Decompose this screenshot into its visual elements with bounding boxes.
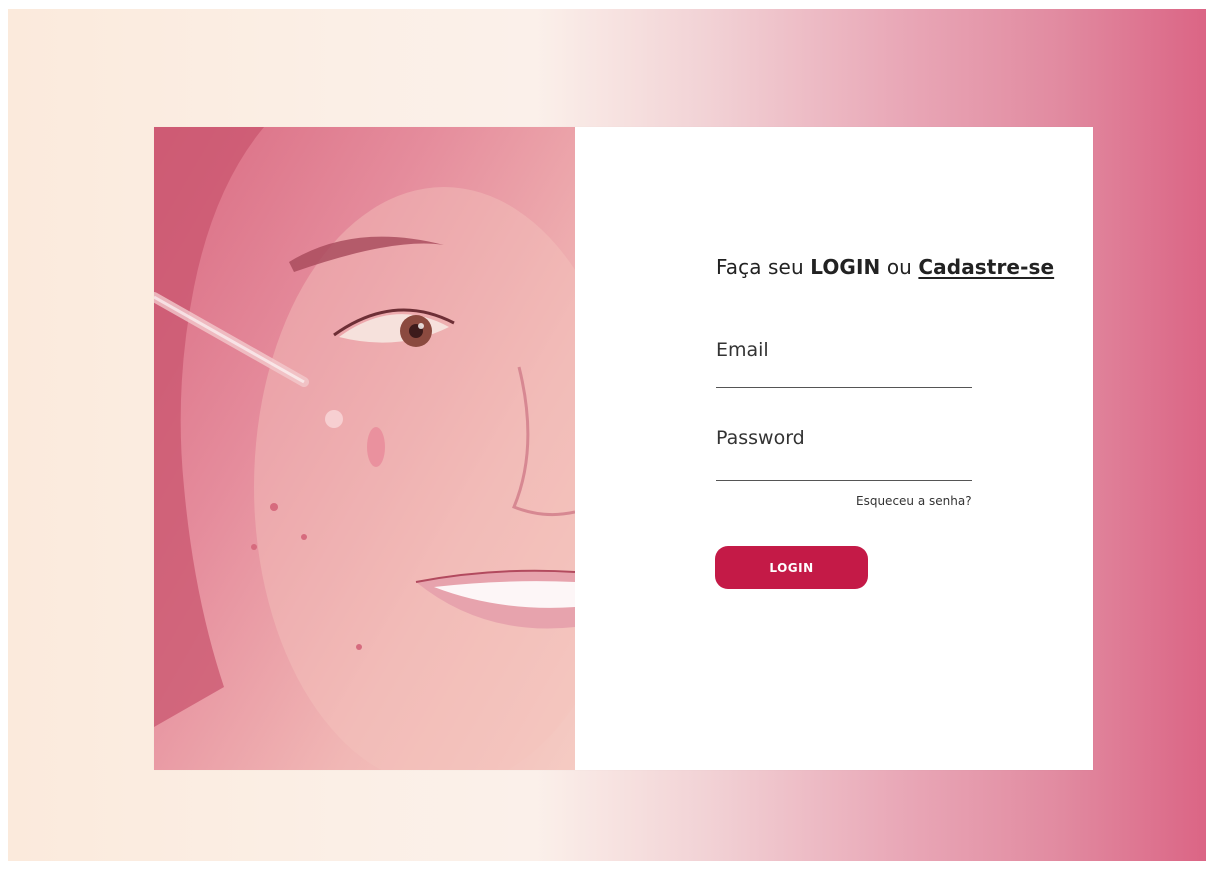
heading-login-word: LOGIN <box>810 255 881 279</box>
email-label: Email <box>716 339 769 361</box>
hero-image <box>154 127 575 770</box>
face-illustration <box>154 127 575 770</box>
password-label: Password <box>716 427 805 449</box>
email-field[interactable] <box>716 371 972 388</box>
forgot-password-link[interactable]: Esqueceu a senha? <box>856 494 972 508</box>
heading-middle: ou <box>886 255 912 279</box>
login-button[interactable]: LOGIN <box>715 546 868 589</box>
login-form-panel: Faça seu LOGIN ou Cadastre-se Email Pass… <box>575 127 1093 770</box>
login-card: Faça seu LOGIN ou Cadastre-se Email Pass… <box>154 127 1093 770</box>
heading-prefix: Faça seu <box>716 255 804 279</box>
signup-link[interactable]: Cadastre-se <box>918 255 1054 279</box>
login-heading: Faça seu LOGIN ou Cadastre-se <box>716 255 1054 279</box>
page-background: Faça seu LOGIN ou Cadastre-se Email Pass… <box>8 9 1206 861</box>
password-field[interactable] <box>716 464 972 481</box>
